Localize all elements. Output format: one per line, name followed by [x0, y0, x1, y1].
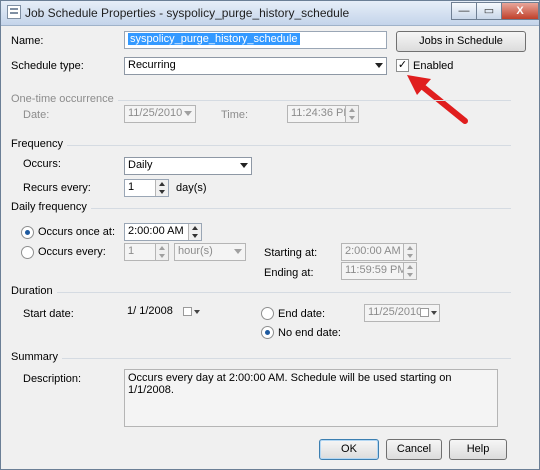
chevron-down-icon[interactable]: [194, 310, 200, 314]
title-bar[interactable]: Job Schedule Properties - syspolicy_purg…: [1, 1, 539, 26]
start-date-value: 1/ 1/2008: [127, 305, 173, 317]
occurs-every-label: Occurs every:: [38, 246, 106, 258]
schedule-window-icon: [7, 5, 21, 19]
occurs-once-radio[interactable]: [21, 226, 34, 239]
name-label: Name:: [11, 35, 44, 47]
summary-section: Summary: [11, 351, 511, 365]
end-date-label: End date:: [278, 308, 326, 320]
starting-at-label: Starting at:: [264, 247, 318, 259]
description-label: Description:: [23, 373, 82, 385]
spinner-icon[interactable]: [345, 106, 358, 122]
one-time-section-title: One-time occurrence: [11, 93, 118, 105]
occurs-every-radio[interactable]: [21, 246, 34, 259]
occurs-once-time-value: 2:00:00 AM: [128, 225, 184, 237]
occurs-every-unit-value: hour(s): [178, 245, 213, 257]
occurs-every-input[interactable]: 1: [124, 243, 169, 261]
occurs-once-time-input[interactable]: 2:00:00 AM: [124, 223, 202, 241]
one-time-time-value: 11:24:36 PM: [291, 107, 353, 119]
one-time-date-value: 11/25/2010: [128, 107, 183, 119]
description-text: Occurs every day at 2:00:00 AM. Schedule…: [128, 372, 452, 396]
no-end-date-label: No end date:: [278, 327, 341, 339]
one-time-date-label: Date:: [23, 109, 50, 121]
recurs-every-label: Recurs every:: [23, 182, 91, 194]
schedule-type-value: Recurring: [128, 59, 176, 71]
chevron-down-icon: [234, 249, 242, 254]
minimize-button[interactable]: —: [451, 2, 477, 20]
ending-at-label: Ending at:: [264, 267, 314, 279]
summary-section-title: Summary: [11, 351, 63, 363]
window-title: Job Schedule Properties - syspolicy_purg…: [25, 6, 350, 20]
help-button[interactable]: Help: [449, 439, 507, 460]
occurs-label: Occurs:: [23, 158, 61, 170]
ending-at-value: 11:59:59 PM: [345, 264, 407, 276]
no-end-date-radio[interactable]: [261, 326, 274, 339]
one-time-date-picker[interactable]: 11/25/2010: [124, 105, 196, 123]
one-time-time-input[interactable]: 11:24:36 PM: [287, 105, 359, 123]
cancel-button[interactable]: Cancel: [386, 439, 442, 460]
occurs-every-value: 1: [128, 245, 135, 257]
name-input[interactable]: syspolicy_purge_history_schedule: [124, 31, 387, 49]
recurs-every-value: 1: [128, 181, 135, 193]
schedule-type-label: Schedule type:: [11, 60, 84, 72]
chevron-down-icon: [375, 63, 383, 68]
chevron-down-icon[interactable]: [431, 311, 437, 315]
jobs-in-schedule-button[interactable]: Jobs in Schedule: [396, 31, 526, 52]
duration-section: Duration: [11, 285, 511, 299]
spinner-icon[interactable]: [188, 224, 201, 240]
occurs-value: Daily: [128, 159, 153, 171]
end-date-picker[interactable]: 11/25/2010: [364, 304, 440, 322]
dialog-window: Job Schedule Properties - syspolicy_purg…: [0, 0, 540, 470]
occurs-select[interactable]: Daily: [124, 157, 252, 175]
chevron-down-icon: [184, 111, 192, 116]
spinner-icon[interactable]: [155, 244, 168, 260]
schedule-type-select[interactable]: Recurring: [124, 57, 387, 75]
daily-frequency-section-title: Daily frequency: [11, 201, 91, 213]
maximize-button[interactable]: ▭: [476, 2, 502, 20]
one-time-time-label: Time:: [221, 109, 249, 121]
frequency-section: Frequency: [11, 138, 511, 152]
description-box[interactable]: Occurs every day at 2:00:00 AM. Schedule…: [124, 369, 498, 427]
one-time-section: One-time occurrence: [11, 93, 511, 107]
starting-at-input[interactable]: 2:00:00 AM: [341, 243, 417, 261]
occurs-every-unit-select[interactable]: hour(s): [174, 243, 246, 261]
recurs-every-input[interactable]: 1: [124, 179, 169, 197]
end-date-value: 11/25/2010: [368, 306, 423, 318]
starting-at-value: 2:00:00 AM: [345, 245, 401, 257]
start-date-label: Start date:: [23, 308, 74, 320]
calendar-icon[interactable]: [420, 308, 429, 317]
end-date-radio[interactable]: [261, 307, 274, 320]
name-value: syspolicy_purge_history_schedule: [128, 33, 300, 45]
ending-at-input[interactable]: 11:59:59 PM: [341, 262, 417, 280]
close-button[interactable]: X: [501, 2, 539, 20]
daily-frequency-section: Daily frequency: [11, 201, 511, 215]
start-date-picker[interactable]: 1/ 1/2008: [124, 304, 202, 322]
calendar-icon[interactable]: [183, 307, 192, 316]
spinner-icon[interactable]: [403, 263, 416, 279]
ok-button[interactable]: OK: [319, 439, 379, 460]
chevron-down-icon: [240, 163, 248, 168]
spinner-icon[interactable]: [155, 180, 168, 196]
frequency-section-title: Frequency: [11, 138, 67, 150]
recurs-unit-label: day(s): [176, 182, 207, 194]
spinner-icon[interactable]: [403, 244, 416, 260]
duration-section-title: Duration: [11, 285, 57, 297]
occurs-once-label: Occurs once at:: [38, 226, 116, 238]
